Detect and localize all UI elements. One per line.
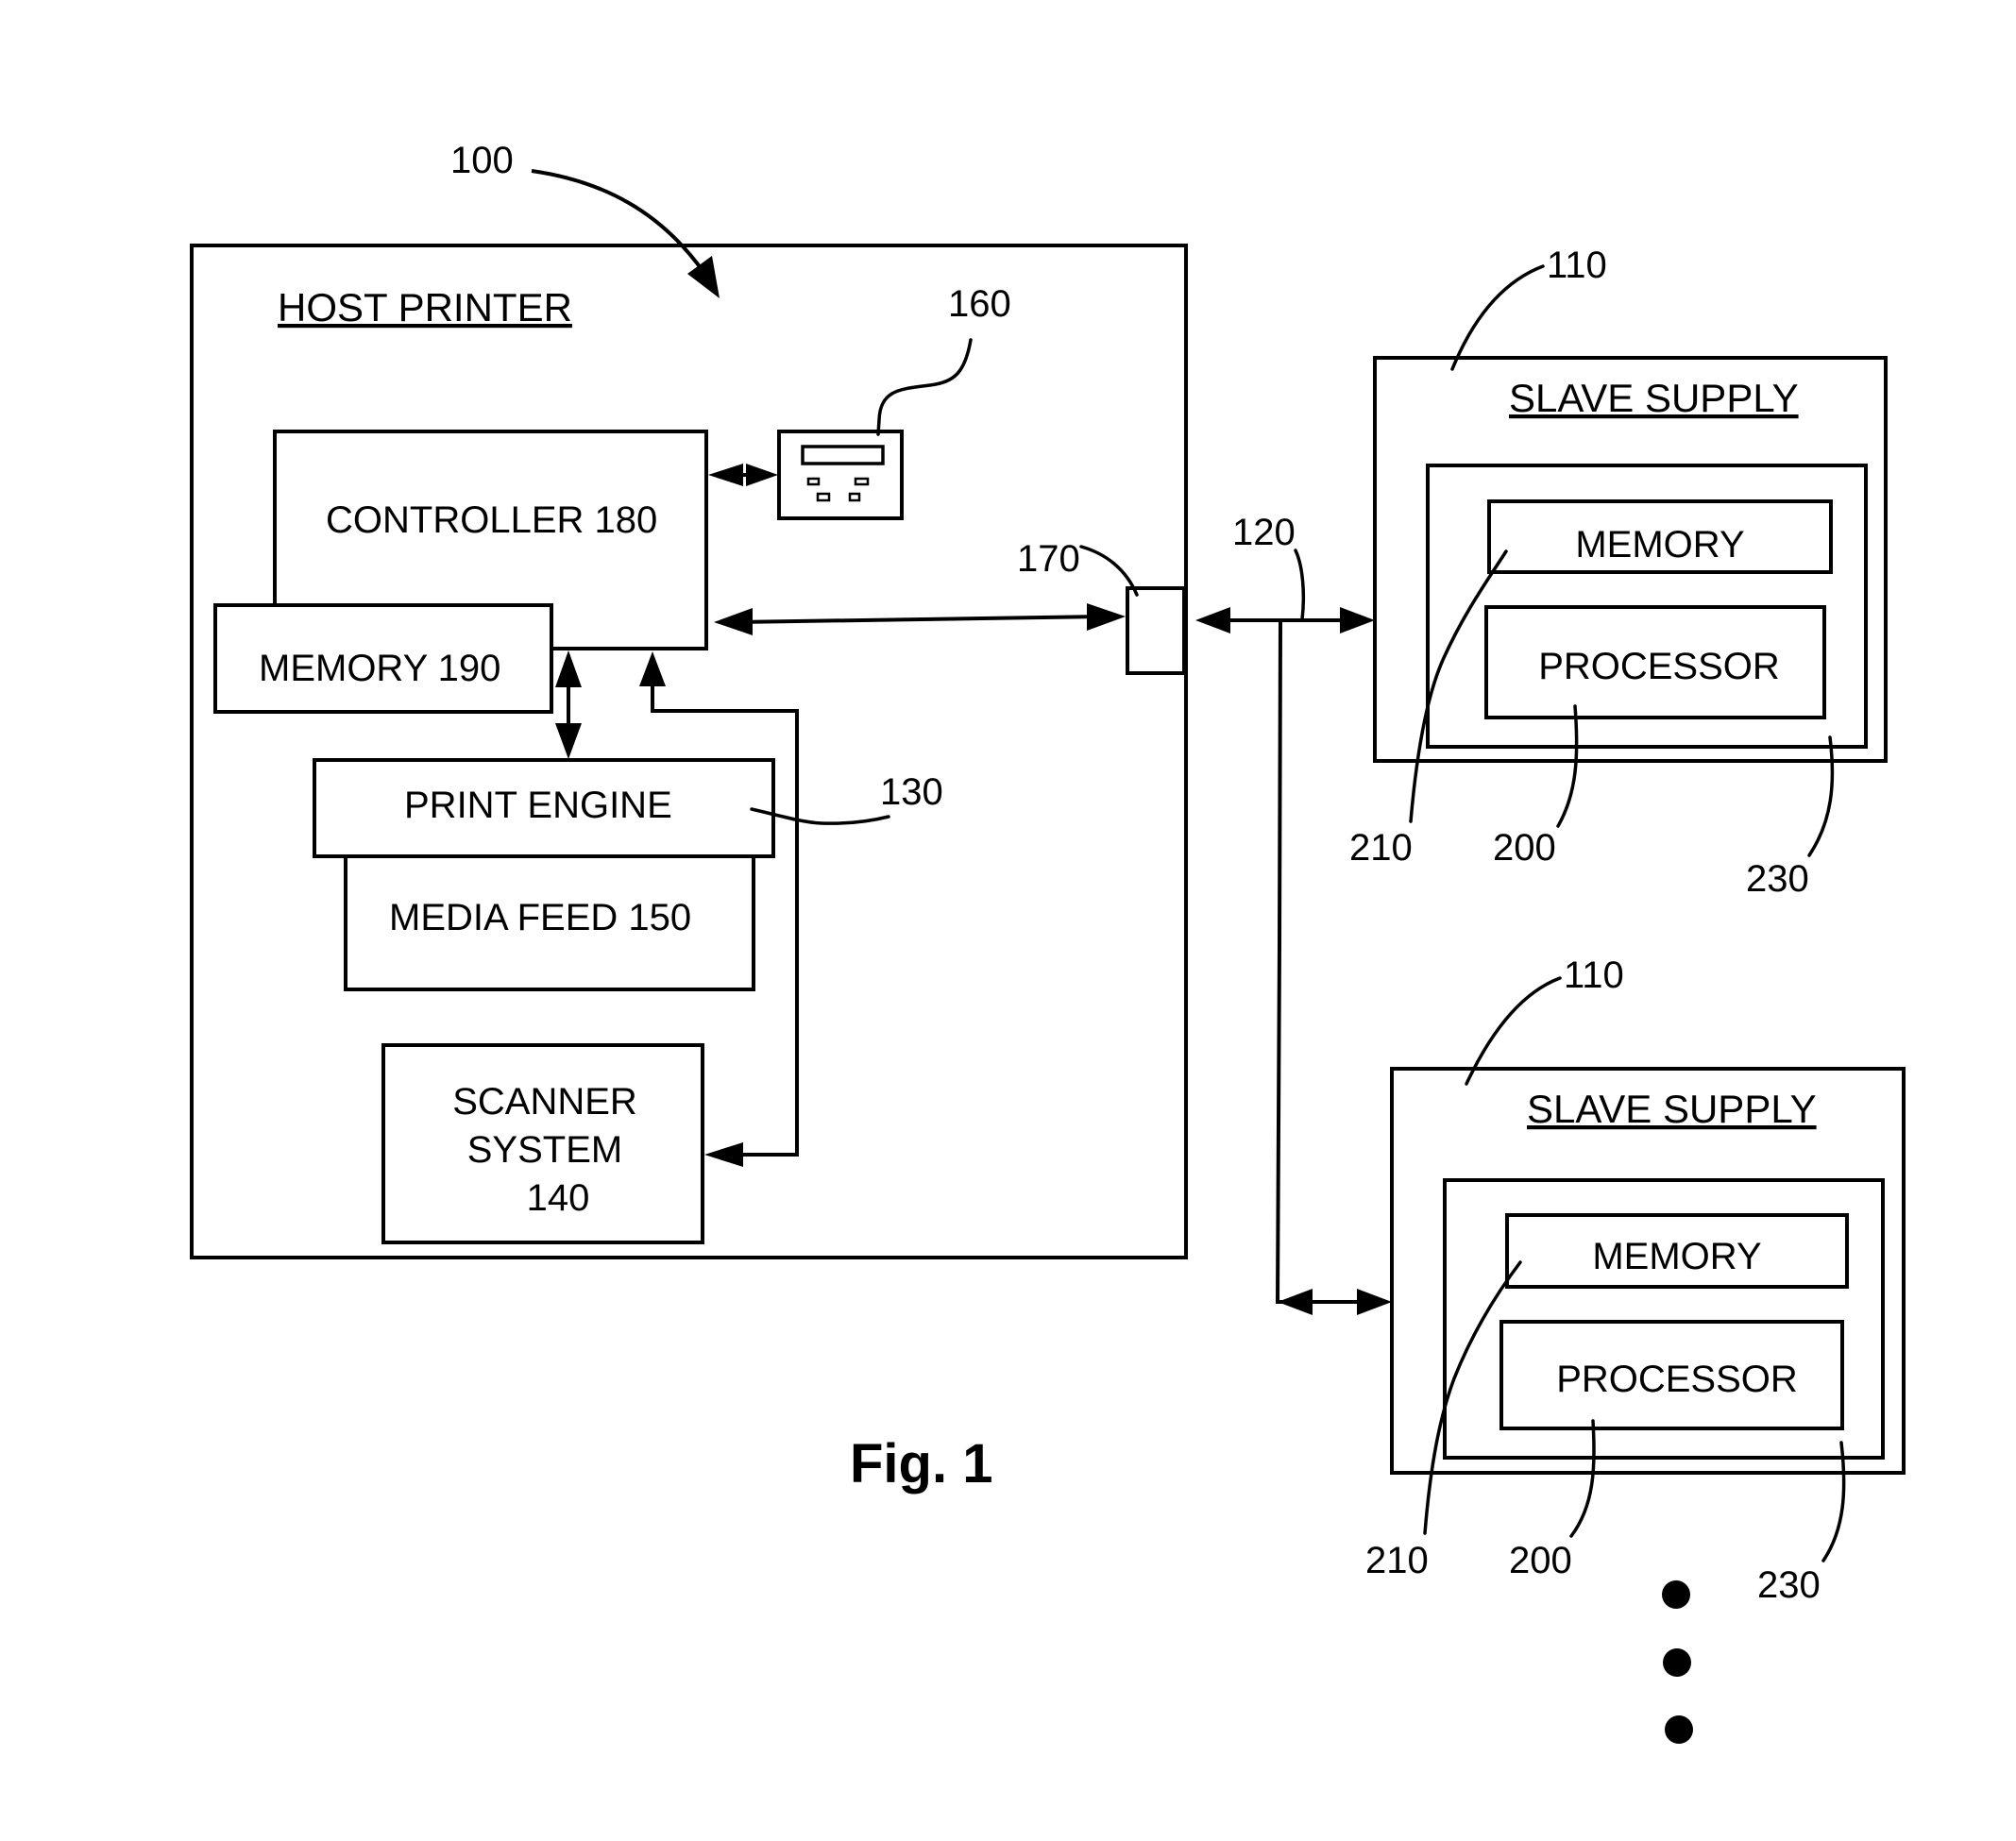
ui-button-icon [854, 477, 870, 486]
supply-module-230-box [1443, 1178, 1885, 1460]
print-engine-label: PRINT ENGINE [404, 785, 672, 826]
ui-button-icon [806, 477, 821, 486]
ref-label-160: 160 [948, 283, 1011, 325]
host-printer-title: HOST PRINTER [278, 285, 572, 329]
ref-label-170: 170 [1017, 538, 1080, 580]
controller-ui-arrow [708, 464, 778, 486]
slave-supply-2: SLAVE SUPPLY MEMORY PROCESSOR 110 210 20… [1365, 954, 1906, 1606]
ref-label-130: 130 [880, 771, 943, 813]
scanner-label-line1: SCANNER [452, 1081, 637, 1123]
ref-label-200: 200 [1493, 827, 1556, 869]
arrowhead-icon [1195, 607, 1230, 633]
slave-memory-label: MEMORY [1592, 1236, 1761, 1277]
figure-caption: Fig. 1 [850, 1433, 992, 1495]
slave-supply-title: SLAVE SUPPLY [1527, 1087, 1817, 1131]
arrowhead-icon [1278, 1289, 1313, 1315]
leader-160 [876, 338, 973, 436]
ref-label-230: 230 [1746, 858, 1809, 900]
arrowhead-icon [555, 650, 582, 687]
leader-210 [1423, 1260, 1522, 1535]
ref-arrow-100 [531, 169, 720, 298]
slave-supply-1: SLAVE SUPPLY MEMORY PROCESSOR 110 210 20… [1349, 245, 1888, 900]
scanner-label-line3: 140 [527, 1177, 590, 1219]
continuation-dot [1665, 1715, 1693, 1744]
arrowhead-icon [687, 256, 720, 298]
ref-label-110: 110 [1564, 954, 1624, 996]
arrowhead-icon [714, 608, 753, 635]
continuation-dot [1662, 1580, 1690, 1609]
leader-110 [1450, 264, 1545, 371]
controller-port-arrow [714, 603, 1126, 635]
memory-printengine-arrow [555, 650, 582, 759]
ui-button-icon [848, 492, 861, 502]
slave-processor-label: PROCESSOR [1538, 646, 1780, 687]
slave-memory-label: MEMORY [1575, 524, 1744, 566]
ui-display-icon [801, 445, 885, 465]
leader-200 [1569, 1419, 1596, 1538]
arrowhead-icon [555, 723, 582, 759]
leader-200 [1556, 704, 1579, 828]
media-feed-label: MEDIA FEED 150 [389, 897, 691, 938]
leader-230 [1807, 735, 1835, 857]
ref-label-210: 210 [1349, 827, 1413, 869]
interface-port-170 [1126, 586, 1186, 675]
leader-230 [1821, 1441, 1846, 1562]
arrowhead-icon [708, 464, 743, 486]
ui-button-icon [816, 492, 831, 502]
leader-120 [1294, 549, 1306, 621]
memory-190-label: MEMORY 190 [259, 648, 500, 689]
ref-label-200: 200 [1509, 1540, 1572, 1581]
ref-label-120: 120 [1232, 512, 1296, 553]
scanner-label-line2: SYSTEM [467, 1129, 622, 1171]
bus-120 [1195, 607, 1392, 1315]
arrowhead-icon [1357, 1289, 1392, 1315]
controller-label: CONTROLLER 180 [326, 499, 657, 541]
ref-label-210: 210 [1365, 1540, 1429, 1581]
arrowhead-icon [704, 1142, 743, 1167]
ui-device-box [777, 430, 904, 520]
arrowhead-icon [746, 464, 778, 486]
arrowhead-icon [639, 651, 666, 686]
arrowhead-icon [1340, 607, 1375, 633]
continuation-dot [1663, 1648, 1691, 1677]
ellipsis-vertical-icon [1662, 1580, 1693, 1744]
ref-label-100: 100 [450, 140, 514, 181]
host-printer-box [190, 244, 1188, 1259]
leader-210 [1409, 549, 1508, 823]
arrowhead-icon [1087, 603, 1126, 631]
slave-supply-title: SLAVE SUPPLY [1509, 376, 1799, 420]
ref-label-110: 110 [1547, 245, 1607, 286]
user-interface-160 [777, 430, 904, 520]
patent-figure: 100 HOST PRINTER CONTROLLER 180 MEMORY 1… [190, 140, 1906, 1744]
slave-processor-label: PROCESSOR [1556, 1359, 1798, 1400]
ref-label-230: 230 [1757, 1564, 1821, 1606]
